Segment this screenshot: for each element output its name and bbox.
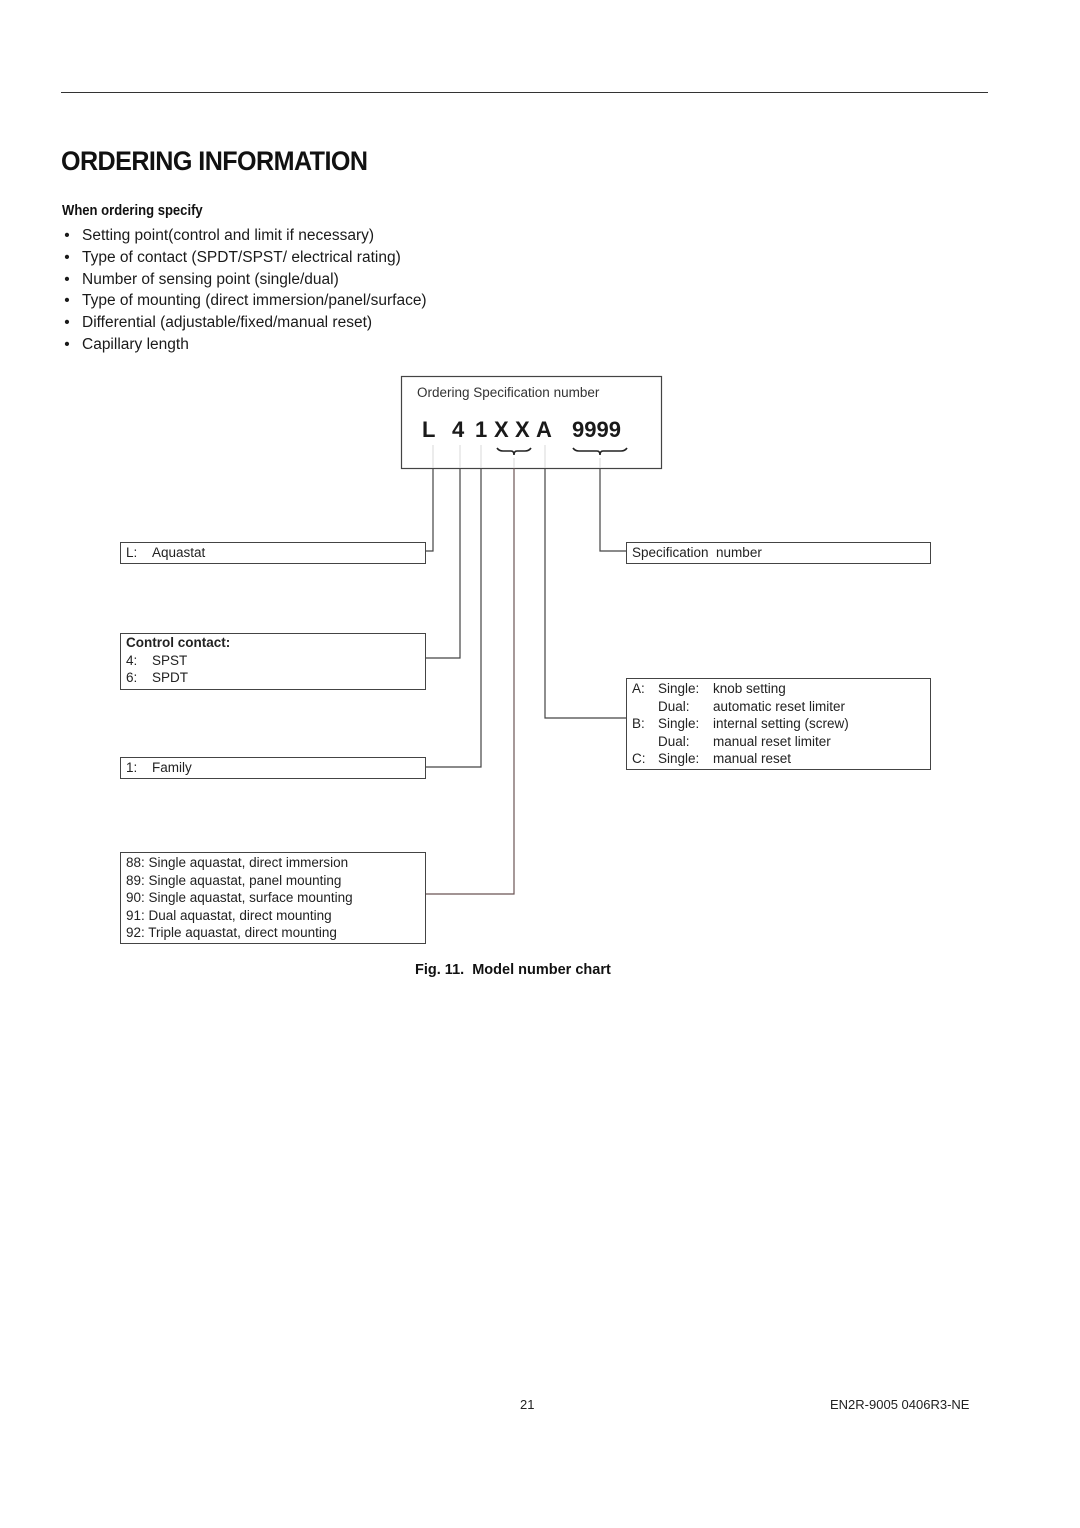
list-item: 91: Dual aquastat, direct mounting <box>126 907 332 923</box>
figure-caption: Fig. 11. Model number chart <box>415 962 611 978</box>
connector-spec-number <box>599 468 627 552</box>
code-spec-number: 9999 <box>572 417 621 442</box>
spec-box-title: Ordering Specification number <box>417 385 600 400</box>
mounting-box: 88: Single aquastat, direct immersion 89… <box>120 852 426 944</box>
item-label: internal setting (screw) <box>713 716 849 732</box>
item-label: SPDT <box>152 670 189 686</box>
connector-differential <box>544 468 627 719</box>
item-label: knob setting <box>713 681 786 696</box>
list-item: 89: Single aquastat, panel mounting <box>126 872 342 888</box>
aquastat-label: Aquastat <box>152 545 206 560</box>
list-item: 6: SPDT <box>121 669 425 687</box>
aquastat-box: L: Aquastat <box>120 542 426 564</box>
list-item: Dual: manual reset limiter <box>627 733 930 751</box>
code-char-type: L <box>422 417 436 442</box>
code-char-mounting-1: X <box>494 417 509 442</box>
brace-icon <box>572 447 628 456</box>
differential-box: A: Single: knob setting Dual: automatic res… <box>626 678 931 770</box>
family-label: Family <box>152 760 192 775</box>
list-item: 88: Single aquastat, direct immersion <box>126 855 349 870</box>
connector-aquastat <box>425 468 434 552</box>
item-type: Dual: <box>658 698 690 714</box>
list-item: B: Single: internal setting (screw) <box>627 715 930 733</box>
item-key: C: <box>632 751 646 767</box>
connector-control-contact <box>425 468 461 659</box>
list-item: 92: Triple aquastat, direct mounting <box>126 925 337 941</box>
item-label: SPST <box>152 652 188 668</box>
page-number: 21 <box>520 1397 535 1412</box>
code-char-differential: A <box>536 417 552 442</box>
item-key: B: <box>632 716 645 732</box>
item-type: Single: <box>658 681 700 696</box>
item-key: 6: <box>126 670 138 686</box>
item-type: Dual: <box>658 733 690 749</box>
item-label: manual reset limiter <box>713 733 831 749</box>
connector-mounting <box>425 468 515 895</box>
list-item: A: Single: knob setting <box>627 680 930 698</box>
spec-number-label-box: Specification number <box>626 542 931 564</box>
list-item: 4: SPST <box>121 652 425 670</box>
item-label: automatic reset limiter <box>713 698 846 714</box>
item-label: manual reset <box>713 751 792 767</box>
model-number-diagram-lines <box>400 375 663 895</box>
code-char-family: 1 <box>475 417 488 442</box>
family-key: 1: <box>126 760 138 775</box>
list-item: Dual: automatic reset limiter <box>627 698 930 716</box>
brace-icon <box>496 447 532 456</box>
item-type: Single: <box>658 751 700 767</box>
list-item: C: Single: manual reset <box>627 750 930 768</box>
control-contact-heading: Control contact: <box>126 635 231 650</box>
item-type: Single: <box>658 716 700 732</box>
list-item: 90: Single aquastat, surface mounting <box>126 890 353 906</box>
item-key: A: <box>632 681 645 696</box>
document-id: EN2R-9005 0406R3-NE <box>830 1397 970 1412</box>
control-contact-box: Control contact: 4: SPST 6: SPDT <box>120 633 426 690</box>
code-char-contact: 4 <box>452 417 465 442</box>
code-char-mounting-2: X <box>515 417 530 442</box>
guide-lines <box>432 445 601 468</box>
aquastat-key: L: <box>126 545 138 560</box>
family-box: 1: Family <box>120 757 426 779</box>
spec-number-label: Specification number <box>632 545 762 560</box>
item-key: 4: <box>126 652 138 668</box>
